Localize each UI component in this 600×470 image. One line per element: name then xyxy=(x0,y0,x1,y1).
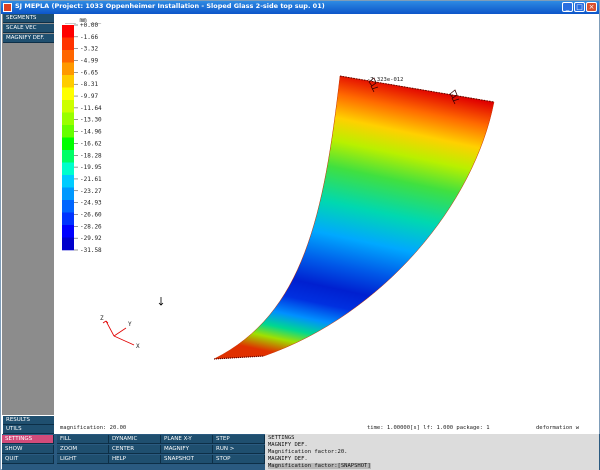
scale-vec-button[interactable]: SCALE VEC xyxy=(3,24,54,33)
console-line: SETTINGS xyxy=(268,435,295,441)
legend-swatch xyxy=(62,225,74,238)
stop-button[interactable]: STOP xyxy=(213,455,265,464)
legend-value: -3.32 xyxy=(80,46,98,53)
axes-triad: Y X Z xyxy=(100,315,140,350)
legend-swatch xyxy=(62,162,74,176)
plane-xy-button[interactable]: PLANE X-Y xyxy=(161,435,213,444)
results-button[interactable]: RESULTS xyxy=(3,416,54,425)
help-button[interactable]: HELP xyxy=(109,455,161,464)
message-console: SETTINGS MAGNIFY DEF. Magnification fact… xyxy=(265,434,599,470)
axis-y-label: Y xyxy=(128,321,132,328)
legend-swatch xyxy=(62,112,74,126)
console-line: MAGNIFY DEF. xyxy=(268,442,308,448)
magnification-readout: magnification: 20.00 xyxy=(60,425,127,431)
legend-swatch xyxy=(62,237,74,251)
legend-value: -4.99 xyxy=(80,58,98,65)
legend-swatch xyxy=(62,187,74,201)
legend-value: -13.30 xyxy=(80,117,102,124)
fill-button[interactable]: FILL xyxy=(57,435,109,444)
legend-swatch xyxy=(62,62,74,76)
legend-swatch xyxy=(62,100,74,113)
close-button[interactable]: × xyxy=(586,2,597,12)
legend-swatch xyxy=(62,125,74,138)
show-button[interactable]: SHOW xyxy=(2,445,54,454)
legend-labels: +0.00 -1.66 -3.32 -4.99 -6.65 -8.31 -9.97 -11.6… xyxy=(74,22,102,254)
legend-value: -24.93 xyxy=(80,200,102,207)
status-bar: magnification: 20.00 time: 1.00000[s] lf… xyxy=(54,424,599,434)
legend-value: -1.66 xyxy=(80,34,98,41)
magnify-button[interactable]: MAGNIFY xyxy=(161,445,213,454)
legend-value: -23.27 xyxy=(80,188,102,195)
legend-value: -21.61 xyxy=(80,176,102,183)
console-input-line[interactable]: Magnification factor:[SNAPSHOT] xyxy=(268,463,371,469)
quit-button[interactable]: QUIT xyxy=(2,455,54,464)
snapshot-button[interactable]: SNAPSHOT xyxy=(161,455,213,464)
legend-value: -28.26 xyxy=(80,223,102,230)
dynamic-button[interactable]: DYNAMIC xyxy=(109,435,161,444)
title-bar[interactable]: SJ MEPLA (Project: 1033 Oppenheimer Inst… xyxy=(1,1,599,14)
legend-swatch xyxy=(62,200,74,213)
legend-swatch xyxy=(62,25,74,38)
legend-swatch xyxy=(62,87,74,101)
legend-value: -29.92 xyxy=(80,235,102,242)
plot-area[interactable]: ___ mm ___ +0.00 -1.66 -3.32 -4.99 -6.65 -8.3… xyxy=(54,14,599,415)
light-button[interactable]: LIGHT xyxy=(57,455,109,464)
time-readout: time: 1.00000[s] lf: 1.000 package: 1 xyxy=(367,425,490,431)
magnify-def-button[interactable]: MAGNIFY DEF. xyxy=(3,34,54,43)
window-title: SJ MEPLA (Project: 1033 Oppenheimer Inst… xyxy=(15,2,325,10)
app-window: SJ MEPLA (Project: 1033 Oppenheimer Inst… xyxy=(0,0,600,470)
segments-button[interactable]: SEGMENTS xyxy=(3,14,54,23)
legend-value: -9.97 xyxy=(80,93,98,100)
utils-button[interactable]: UTILS xyxy=(3,425,54,434)
legend-value: -11.64 xyxy=(80,105,102,112)
console-line: MAGNIFY DEF. xyxy=(268,456,308,462)
legend-value: -16.62 xyxy=(80,140,102,147)
max-value-annotation: -7.323e-012 xyxy=(367,77,403,83)
legend-swatch xyxy=(62,175,74,188)
legend-swatch xyxy=(62,150,74,163)
minimize-button[interactable]: _ xyxy=(562,2,573,12)
legend-swatch xyxy=(62,75,74,88)
run-button[interactable]: RUN > xyxy=(213,445,265,454)
settings-button[interactable]: SETTINGS xyxy=(2,435,54,444)
legend-value: +0.00 xyxy=(80,22,98,29)
load-arrow xyxy=(158,297,164,306)
deformed-plate xyxy=(213,75,495,360)
axis-z-label: Z xyxy=(100,315,104,322)
legend-value: -8.31 xyxy=(80,81,98,88)
sidebar: SEGMENTS SCALE VEC MAGNIFY DEF. xyxy=(2,14,54,415)
legend-value: -14.96 xyxy=(80,129,102,136)
app-icon xyxy=(3,3,12,12)
legend-value: -18.28 xyxy=(80,152,102,159)
zoom-button[interactable]: ZOOM xyxy=(57,445,109,454)
legend-swatch xyxy=(62,212,74,226)
axis-x-label: X xyxy=(136,343,140,350)
result-mode-label: deformation w xyxy=(536,425,580,431)
maximize-button[interactable]: □ xyxy=(574,2,585,12)
legend-swatches xyxy=(62,25,74,251)
center-button[interactable]: CENTER xyxy=(109,445,161,454)
legend-value: -19.95 xyxy=(80,164,102,171)
legend-value: -26.60 xyxy=(80,211,102,218)
legend-swatch xyxy=(62,37,74,51)
console-line: Magnification factor:20. xyxy=(268,449,348,455)
legend-swatch xyxy=(62,137,74,151)
step-button[interactable]: STEP xyxy=(213,435,265,444)
legend-swatch xyxy=(62,50,74,63)
legend-value: -31.58 xyxy=(80,247,102,254)
legend-value: -6.65 xyxy=(80,69,98,76)
